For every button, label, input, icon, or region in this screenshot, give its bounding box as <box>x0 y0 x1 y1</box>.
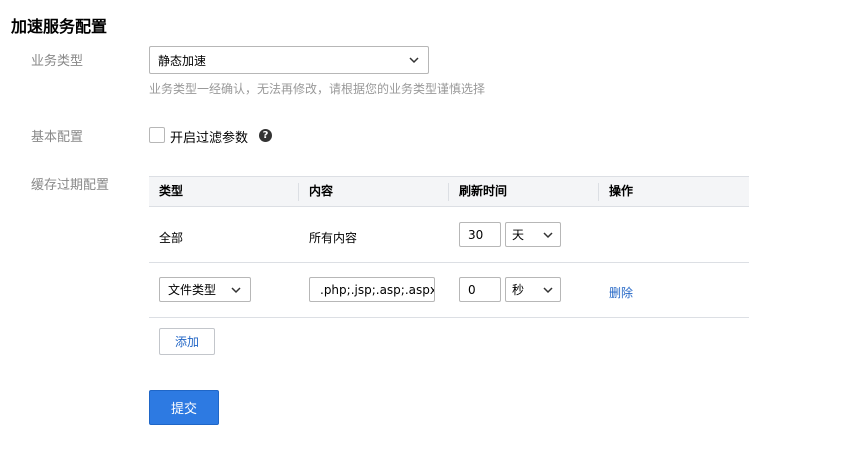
column-divider <box>598 183 599 201</box>
business-type-label: 业务类型 <box>31 54 84 69</box>
page-title: 加速服务配置 <box>11 17 108 36</box>
row-divider <box>149 317 749 318</box>
column-header-type: 类型 <box>159 184 184 198</box>
row-2-type-select[interactable]: 文件类型 <box>159 277 251 302</box>
row-2-time-unit-value: 秒 <box>512 283 525 297</box>
business-type-value: 静态加速 <box>158 53 207 68</box>
column-divider <box>448 183 449 201</box>
business-type-hint: 业务类型一经确认，无法再修改，请根据您的业务类型谨慎选择 <box>149 82 486 96</box>
filter-params-label[interactable]: 开启过滤参数 <box>170 127 248 146</box>
add-rule-button[interactable]: 添加 <box>159 328 215 355</box>
row-2-time-unit-select[interactable]: 秒 <box>505 277 561 302</box>
chevron-down-icon <box>543 286 553 293</box>
row-1-type: 全部 <box>159 231 184 245</box>
row-1-time-unit-select[interactable]: 天 <box>505 222 561 247</box>
row-2-time-input[interactable]: 0 <box>459 277 501 302</box>
column-divider <box>298 183 299 201</box>
row-2-content-input[interactable]: .php;.jsp;.asp;.aspx <box>309 277 435 302</box>
row-1-time-input[interactable]: 30 <box>459 222 501 247</box>
business-type-select[interactable]: 静态加速 <box>149 46 429 74</box>
submit-button[interactable]: 提交 <box>149 390 219 425</box>
question-circle-icon[interactable]: ? <box>259 129 272 142</box>
column-header-action: 操作 <box>609 184 634 198</box>
cache-config-label: 缓存过期配置 <box>31 178 110 193</box>
column-header-content: 内容 <box>309 184 334 198</box>
row-1-content: 所有内容 <box>309 231 358 245</box>
filter-params-checkbox[interactable] <box>149 127 165 143</box>
table-header: 类型 内容 刷新时间 操作 <box>149 176 749 207</box>
row-2-type-value: 文件类型 <box>168 283 217 297</box>
row-1-time-unit-value: 天 <box>512 228 525 242</box>
column-header-refresh-time: 刷新时间 <box>459 184 508 198</box>
chevron-down-icon <box>231 286 241 293</box>
basic-config-label: 基本配置 <box>31 130 84 145</box>
row-2-delete-link[interactable]: 删除 <box>609 284 633 301</box>
row-divider <box>149 262 749 263</box>
chevron-down-icon <box>543 231 553 238</box>
chevron-down-icon <box>409 57 419 64</box>
